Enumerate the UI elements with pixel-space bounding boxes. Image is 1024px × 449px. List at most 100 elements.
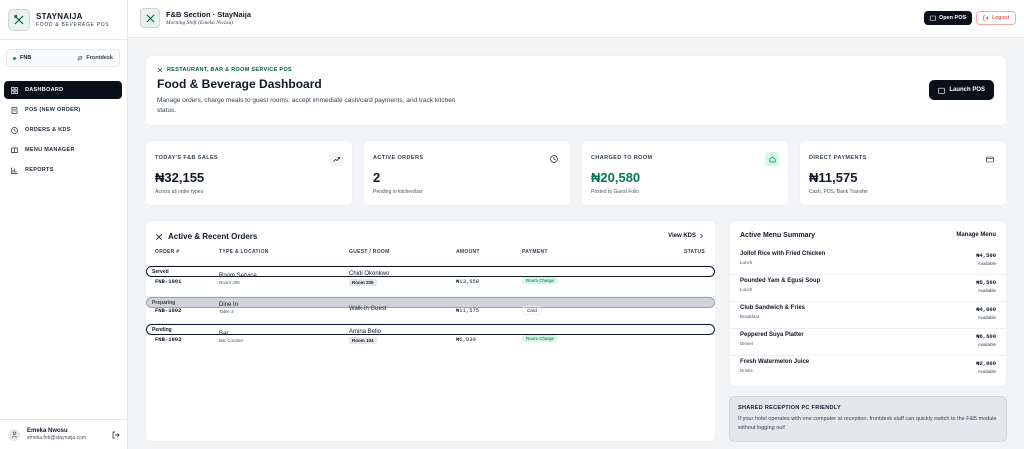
mode-switcher[interactable]: FNB Frontdesk — [6, 49, 120, 67]
sidebar-item-pos[interactable]: POS (NEW ORDER) — [4, 101, 122, 119]
logout-label: Logout — [992, 15, 1009, 21]
user-name: Emeka Nwosu — [27, 428, 68, 434]
list-item[interactable]: Club Sandwich & Fries Breakfast ₦4,000 A… — [730, 302, 1006, 329]
room-chip: Room 205 — [349, 279, 377, 286]
menu-item-price: ₦4,000 — [976, 306, 996, 313]
sidebar-item-label: ORDERS & KDS — [25, 127, 71, 133]
stat-value: 2 — [373, 170, 381, 185]
utensils-icon — [155, 233, 163, 241]
view-kds-link[interactable]: View KDS — [668, 233, 704, 239]
menu-item-availability: Available — [977, 315, 996, 320]
order-id: FNB-1003 — [155, 336, 182, 343]
guest-name: Chidi Okonkwo — [349, 271, 390, 277]
col-status: STATUS — [683, 249, 705, 255]
brand-name: STAYNAIJA — [36, 12, 83, 21]
section-title: F&B Section · StayNaija — [166, 10, 252, 19]
stat-note: Posted to Guest Folio — [591, 189, 640, 195]
switch-frontdesk-button[interactable]: Frontdesk — [77, 55, 113, 61]
guest-name: Walk-in Guest — [349, 306, 387, 312]
chevron-right-icon — [699, 233, 704, 239]
user-avatar-icon — [8, 428, 20, 441]
grid-icon — [11, 86, 18, 94]
launch-pos-button[interactable]: Launch POS — [929, 80, 994, 100]
table-row[interactable]: FNB-1003 Bar Bar Counter Amina Bello Room … — [146, 323, 715, 350]
stat-label: DIRECT PAYMENTS — [809, 155, 867, 161]
stat-note: Cash, POS, Bank Transfer — [809, 189, 868, 195]
list-item[interactable]: Pounded Yam & Egusi Soup Lunch ₦5,500 Av… — [730, 275, 1006, 302]
list-item[interactable]: Jollof Rice with Fried Chicken Lunch ₦4,… — [730, 248, 1006, 275]
sidebar-item-label: DASHBOARD — [25, 87, 64, 93]
stat-value: ₦11,575 — [809, 170, 858, 185]
user-profile: Emeka Nwosu emeka.fnb@staynaija.com — [0, 419, 128, 449]
logout-button[interactable]: Logout — [976, 11, 1016, 25]
register-icon — [938, 87, 946, 94]
notice-description: If your hotel operates with one computer… — [738, 416, 997, 431]
orders-title: Active & Recent Orders — [168, 232, 258, 241]
view-kds-label: View KDS — [668, 233, 696, 239]
col-type: TYPE & LOCATION — [219, 249, 269, 255]
sidebar-item-dashboard[interactable]: DASHBOARD — [4, 81, 122, 99]
launch-pos-label: Launch POS — [949, 87, 985, 93]
bar-chart-icon — [11, 167, 18, 174]
sidebar-item-orders-kds[interactable]: ORDERS & KDS — [4, 121, 122, 139]
sidebar-item-label: POS (NEW ORDER) — [25, 107, 81, 113]
stat-card-active-orders: ACTIVE ORDERS 2 Pending in kitchen/bar — [363, 140, 571, 206]
menu-item-category: Lunch — [740, 287, 753, 292]
order-id: FNB-1002 — [155, 307, 182, 314]
hero-card: RESTAURANT, BAR & ROOM SERVICE POS Food … — [145, 55, 1007, 126]
payment-badge: Room Charge — [522, 277, 559, 284]
stat-value: ₦20,580 — [591, 170, 641, 185]
order-type: Bar — [219, 331, 229, 337]
order-location: Bar Counter — [219, 338, 244, 343]
stat-card-charged-to-room: CHARGED TO ROOM ₦20,580 Posted to Guest … — [581, 140, 789, 206]
clock-icon — [547, 152, 561, 166]
open-pos-label: Open POS — [938, 15, 967, 21]
col-order: ORDER # — [155, 249, 180, 255]
order-amount: ₦6,930 — [456, 336, 476, 343]
user-email: emeka.fnb@staynaija.com — [27, 435, 86, 441]
register-icon — [930, 15, 936, 21]
menu-summary-card: Active Menu Summary Manage Menu Jollof R… — [729, 220, 1007, 387]
topbar: F&B Section · StayNaija Morning Shift (E… — [128, 0, 1024, 38]
order-location: Room 205 — [219, 280, 240, 285]
table-row[interactable]: FNB-1002 Dine In Table 3 Walk-in Guest ₦1… — [146, 296, 715, 323]
room-icon — [765, 152, 779, 166]
menu-item-name: Club Sandwich & Fries — [740, 305, 806, 311]
menu-item-availability: Available — [977, 288, 996, 293]
logout-icon[interactable] — [112, 431, 120, 439]
utensils-icon — [157, 67, 163, 73]
menu-item-price: ₦2,000 — [976, 360, 996, 367]
menu-item-name: Fresh Watermelon Juice — [740, 359, 810, 365]
trending-up-icon — [329, 152, 343, 166]
stat-card-direct-payments: DIRECT PAYMENTS ₦11,575 Cash, POS, Bank … — [799, 140, 1007, 206]
manage-menu-link[interactable]: Manage Menu — [956, 232, 996, 238]
table-row[interactable]: FNB-1001 Room Service Room 205 Chidi Okon… — [146, 265, 715, 292]
list-item[interactable]: Peppered Suya Platter Dinner ₦6,500 Avai… — [730, 329, 1006, 356]
menu-item-availability: Available — [977, 342, 996, 347]
menu-item-name: Peppered Suya Platter — [740, 332, 804, 338]
menu-item-category: Lunch — [740, 260, 753, 265]
menu-item-category: Drinks — [740, 368, 753, 373]
stat-value: ₦32,155 — [155, 170, 205, 185]
shift-subtitle: Morning Shift (Emeka Nwosu) — [166, 20, 234, 26]
payment-badge: Room Charge — [522, 335, 559, 342]
stat-label: TODAY'S F&B SALES — [155, 155, 219, 161]
hero-description: Manage orders, charge meals to guest roo… — [157, 97, 456, 114]
open-pos-button[interactable]: Open POS — [923, 11, 973, 25]
sidebar-item-reports[interactable]: REPORTS — [4, 161, 122, 179]
stat-card-sales: TODAY'S F&B SALES ₦32,155 Across all ord… — [145, 140, 353, 206]
menu-item-availability: Available — [977, 369, 996, 374]
utensils-logo-icon — [8, 9, 30, 31]
stat-label: CHARGED TO ROOM — [591, 155, 653, 161]
swap-icon — [77, 55, 84, 61]
page-title: Food & Beverage Dashboard — [157, 77, 322, 91]
order-location: Table 3 — [219, 309, 234, 314]
order-type: Room Service — [219, 273, 257, 279]
receipt-icon — [11, 106, 18, 114]
book-icon — [11, 147, 18, 154]
list-item[interactable]: Fresh Watermelon Juice Drinks ₦2,000 Ava… — [730, 356, 1006, 383]
menu-item-price: ₦6,500 — [976, 333, 996, 340]
guest-name: Amina Bello — [349, 329, 382, 335]
sidebar-item-menu-manager[interactable]: MENU MANAGER — [4, 141, 122, 159]
menu-item-name: Jollof Rice with Fried Chicken — [740, 251, 826, 257]
